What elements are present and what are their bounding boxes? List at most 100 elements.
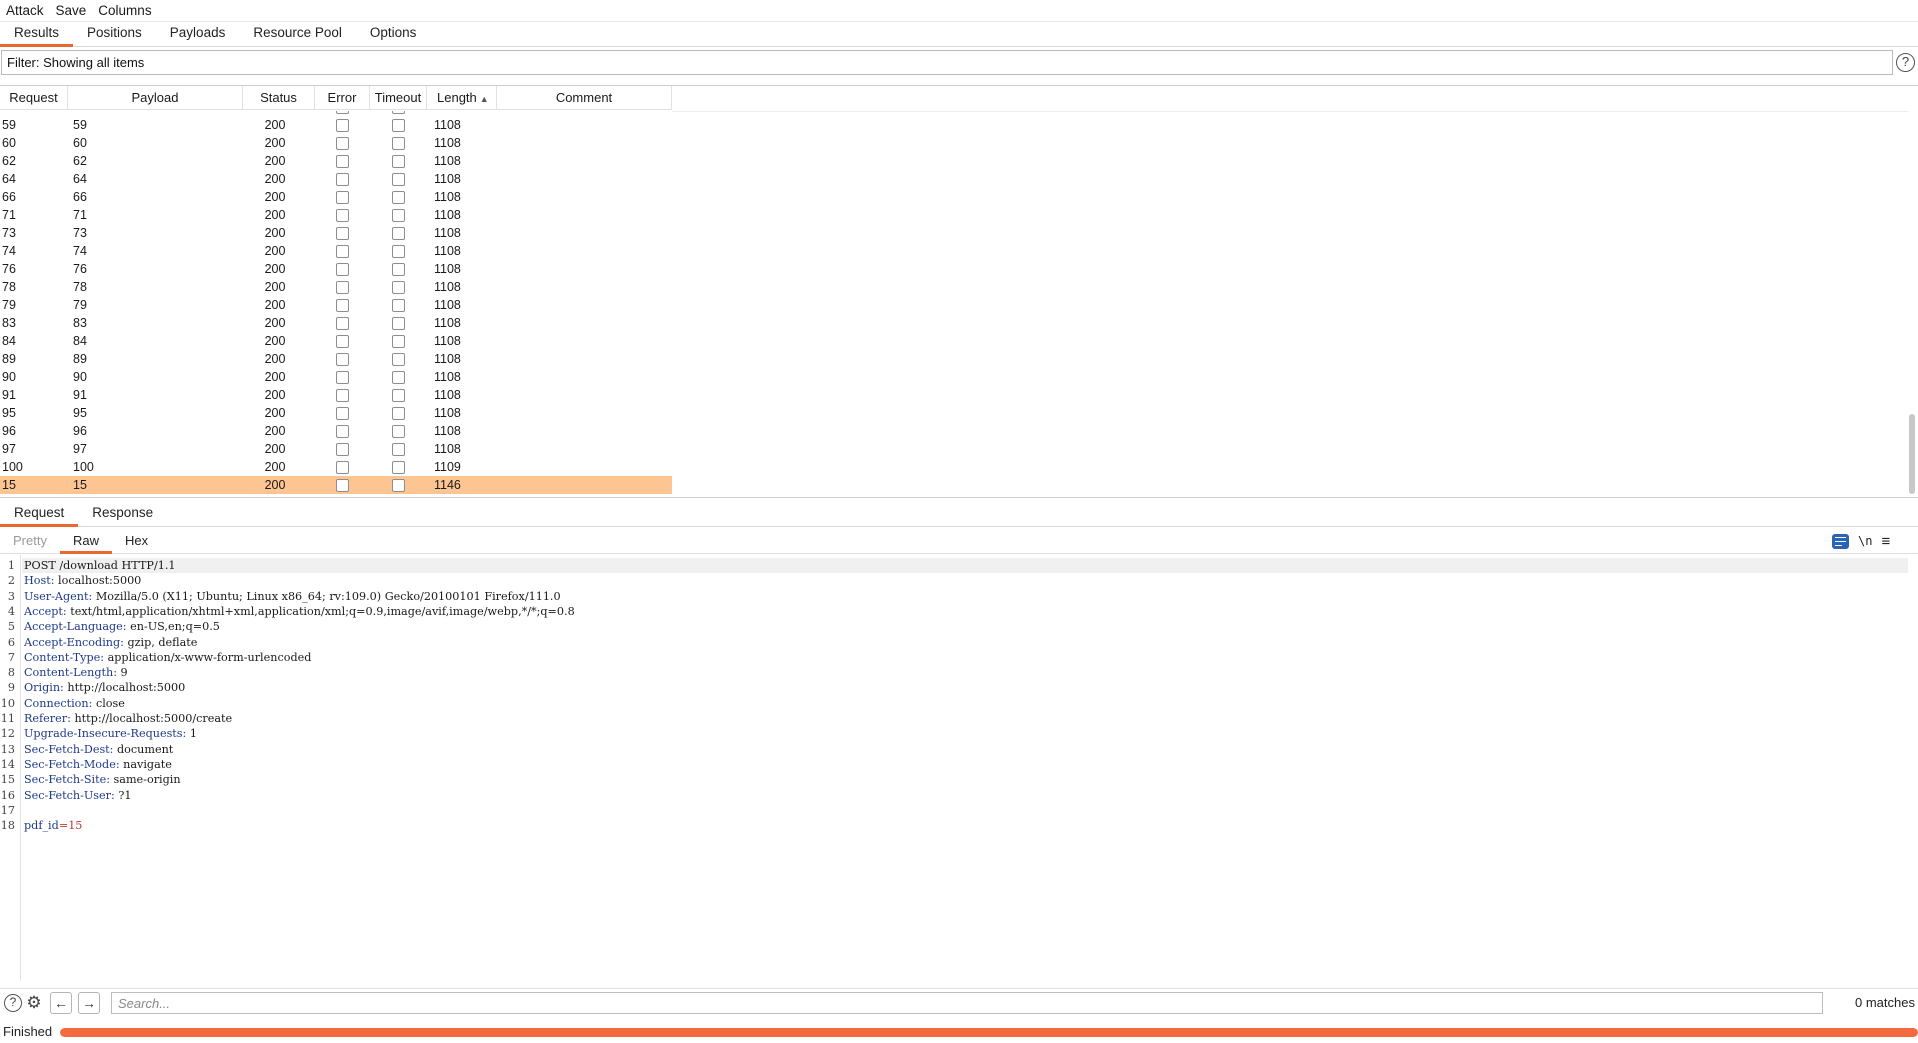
column-header-length[interactable]: Length ▲ [427, 86, 497, 110]
tab-request[interactable]: Request [0, 502, 79, 527]
tab-resource-pool[interactable]: Resource Pool [239, 22, 356, 46]
timeout-checkbox[interactable] [392, 208, 405, 222]
timeout-checkbox[interactable] [392, 460, 405, 474]
error-checkbox[interactable] [336, 334, 349, 348]
word-wrap-icon[interactable] [1832, 533, 1849, 549]
help-icon[interactable]: ? [1896, 53, 1915, 72]
error-checkbox[interactable] [336, 388, 349, 402]
next-match-button[interactable]: → [78, 992, 100, 1014]
error-checkbox[interactable] [336, 226, 349, 240]
error-checkbox[interactable] [336, 442, 349, 456]
previous-match-button[interactable]: ← [50, 992, 72, 1014]
error-checkbox[interactable] [336, 172, 349, 186]
error-checkbox[interactable] [336, 316, 349, 330]
timeout-checkbox[interactable] [392, 298, 405, 312]
timeout-checkbox[interactable] [392, 442, 405, 456]
gear-icon[interactable]: ⚙ [25, 994, 43, 1012]
filter-field[interactable]: Filter: Showing all items [1, 50, 1893, 75]
table-row[interactable]: 97 97 200 1108 [0, 440, 672, 458]
table-row[interactable]: 89 89 200 1108 [0, 350, 672, 368]
table-row[interactable]: 59 59 200 1108 [0, 116, 672, 134]
error-checkbox[interactable] [336, 208, 349, 222]
error-checkbox[interactable] [336, 280, 349, 294]
error-checkbox[interactable] [336, 118, 349, 132]
table-row[interactable]: 100 100 200 1109 [0, 458, 672, 476]
table-row[interactable]: 64 64 200 1108 [0, 170, 672, 188]
selected-table-row[interactable]: 15 15 200 1146 [0, 476, 672, 494]
timeout-checkbox[interactable] [392, 118, 405, 132]
tab-raw[interactable]: Raw [59, 530, 112, 554]
error-checkbox[interactable] [336, 190, 349, 204]
timeout-checkbox[interactable] [392, 388, 405, 402]
timeout-checkbox[interactable] [392, 352, 405, 366]
table-row[interactable]: 62 62 200 1108 [0, 152, 672, 170]
timeout-checkbox[interactable] [392, 316, 405, 330]
menu-save[interactable]: Save [50, 1, 93, 21]
results-scrollbar[interactable] [1908, 111, 1916, 497]
error-checkbox[interactable] [336, 154, 349, 168]
timeout-checkbox[interactable] [392, 478, 405, 492]
tab-positions[interactable]: Positions [73, 22, 156, 46]
request-editor[interactable]: 1 POST /download HTTP/1.1 2 Host: localhost… [0, 555, 1918, 981]
error-checkbox[interactable] [336, 370, 349, 384]
column-header-status[interactable]: Status [243, 86, 315, 110]
table-row[interactable]: 83 83 200 1108 [0, 314, 672, 332]
tab-pretty[interactable]: Pretty [0, 530, 60, 553]
column-header-payload[interactable]: Payload [68, 86, 243, 110]
timeout-checkbox[interactable] [392, 424, 405, 438]
tab-options[interactable]: Options [356, 22, 431, 46]
column-header-comment[interactable]: Comment [497, 86, 672, 110]
scrollbar-thumb[interactable] [1909, 414, 1915, 494]
error-checkbox[interactable] [336, 352, 349, 366]
help-icon[interactable]: ? [4, 994, 22, 1012]
timeout-checkbox[interactable] [392, 154, 405, 168]
timeout-checkbox[interactable] [392, 172, 405, 186]
search-input[interactable] [111, 992, 1823, 1014]
line-number: 2 [7, 574, 15, 588]
timeout-checkbox[interactable] [392, 226, 405, 240]
table-row[interactable]: 73 73 200 1108 [0, 224, 672, 242]
table-row[interactable]: 95 95 200 1108 [0, 404, 672, 422]
timeout-checkbox[interactable] [392, 334, 405, 348]
timeout-checkbox[interactable] [392, 370, 405, 384]
error-checkbox[interactable] [336, 424, 349, 438]
table-row[interactable]: 78 78 200 1108 [0, 278, 672, 296]
table-row[interactable]: 84 84 200 1108 [0, 332, 672, 350]
column-header-error[interactable]: Error [315, 86, 370, 110]
table-row[interactable]: 66 66 200 1108 [0, 188, 672, 206]
table-row[interactable]: 90 90 200 1108 [0, 368, 672, 386]
timeout-checkbox[interactable] [392, 406, 405, 420]
table-row[interactable]: 91 91 200 1108 [0, 386, 672, 404]
error-checkbox[interactable] [336, 262, 349, 276]
tab-response[interactable]: Response [78, 502, 167, 526]
status-cell: 200 [264, 316, 286, 330]
menu-columns[interactable]: Columns [92, 1, 157, 21]
tab-hex[interactable]: Hex [112, 530, 161, 553]
hamburger-menu-icon[interactable]: ≡ [1881, 534, 1890, 549]
error-checkbox[interactable] [336, 460, 349, 474]
error-checkbox[interactable] [336, 298, 349, 312]
table-row[interactable]: 60 60 200 1108 [0, 134, 672, 152]
timeout-checkbox[interactable] [392, 280, 405, 294]
table-row[interactable]: 74 74 200 1108 [0, 242, 672, 260]
error-checkbox[interactable] [336, 478, 349, 492]
timeout-checkbox[interactable] [392, 190, 405, 204]
timeout-checkbox[interactable] [392, 111, 405, 114]
column-header-timeout[interactable]: Timeout [370, 86, 427, 110]
tab-payloads[interactable]: Payloads [156, 22, 240, 46]
column-header-request[interactable]: Request [0, 86, 68, 110]
table-row[interactable]: 71 71 200 1108 [0, 206, 672, 224]
table-row[interactable]: 79 79 200 1108 [0, 296, 672, 314]
error-checkbox[interactable] [336, 111, 349, 114]
timeout-checkbox[interactable] [392, 136, 405, 150]
error-checkbox[interactable] [336, 136, 349, 150]
timeout-checkbox[interactable] [392, 244, 405, 258]
timeout-checkbox[interactable] [392, 262, 405, 276]
menu-attack[interactable]: Attack [0, 1, 50, 21]
error-checkbox[interactable] [336, 244, 349, 258]
table-row[interactable]: 76 76 200 1108 [0, 260, 672, 278]
show-newlines-button[interactable]: \n [1858, 534, 1872, 548]
error-checkbox[interactable] [336, 406, 349, 420]
tab-results[interactable]: Results [0, 22, 74, 47]
table-row[interactable]: 96 96 200 1108 [0, 422, 672, 440]
